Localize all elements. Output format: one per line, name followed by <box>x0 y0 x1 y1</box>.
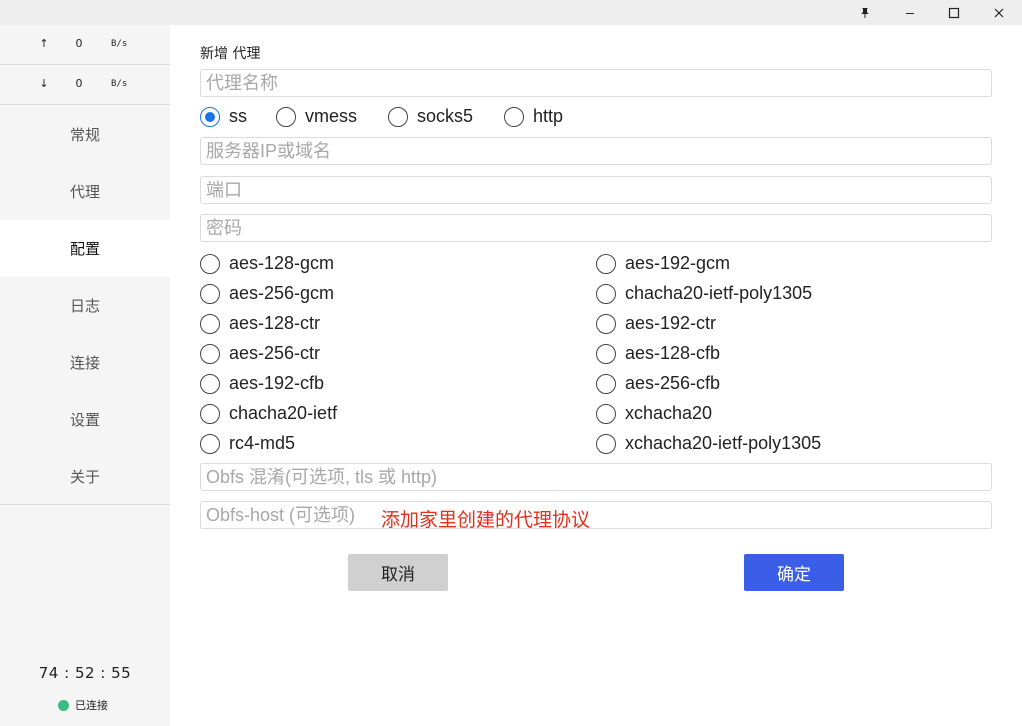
radio-icon <box>276 106 296 127</box>
cipher-label: rc4-md5 <box>229 433 296 453</box>
cipher-label: aes-128-gcm <box>229 253 335 273</box>
radio-icon <box>596 253 616 274</box>
sidebar-item-about[interactable]: 关于 <box>0 448 170 505</box>
cipher-radio[interactable]: aes-192-gcm <box>596 253 730 274</box>
cipher-label: aes-128-ctr <box>229 313 321 333</box>
cipher-radio[interactable]: rc4-md5 <box>200 433 295 454</box>
obfs-input[interactable] <box>200 463 992 491</box>
radio-icon <box>596 283 616 304</box>
upload-arrow-icon: ↑ <box>39 37 49 50</box>
status-dot-icon <box>58 699 69 711</box>
connection-status: 已连接 <box>58 697 108 713</box>
cipher-label: chacha20-ietf <box>229 403 338 423</box>
radio-icon <box>200 403 220 424</box>
cipher-radio[interactable]: aes-192-cfb <box>200 373 324 394</box>
download-speed: ↓ 0 B/s <box>0 75 170 95</box>
radio-icon <box>596 373 616 394</box>
cipher-label: chacha20-ietf-poly1305 <box>625 283 813 303</box>
radio-icon <box>200 253 220 274</box>
download-arrow-icon: ↓ <box>39 77 49 90</box>
annotation-text: 添加家里创建的代理协议 <box>381 509 591 531</box>
protocol-radio-http[interactable]: http <box>504 106 563 127</box>
upload-speed-unit: B/s <box>111 39 128 49</box>
sidebar: ↑ 0 B/s ↓ 0 B/s 常规 代理 配置 日志 连接 设置 关于 74 … <box>0 25 170 726</box>
main-panel: 新增 代理 ss vmess socks5 http aes-128-gcm a… <box>170 25 1022 726</box>
nav-bottom-divider <box>0 504 170 505</box>
cipher-label: aes-256-ctr <box>229 343 321 363</box>
cipher-radio[interactable]: xchacha20 <box>596 403 712 424</box>
port-input[interactable] <box>200 176 992 204</box>
proxy-name-input[interactable] <box>200 69 992 97</box>
cipher-radio[interactable]: chacha20-ietf <box>200 403 337 424</box>
radio-icon <box>200 283 220 304</box>
cipher-radio[interactable]: aes-192-ctr <box>596 313 716 334</box>
radio-selected-icon <box>200 106 220 127</box>
sidebar-item-connections[interactable]: 连接 <box>0 334 170 391</box>
pin-icon[interactable] <box>842 0 888 25</box>
cipher-radio[interactable]: chacha20-ietf-poly1305 <box>596 283 812 304</box>
radio-icon <box>596 313 616 334</box>
upload-speed-value: 0 <box>75 37 83 50</box>
cancel-button[interactable]: 取消 <box>348 554 448 591</box>
close-icon[interactable] <box>976 0 1022 25</box>
cipher-label: xchacha20-ietf-poly1305 <box>625 433 822 453</box>
cipher-label: aes-256-gcm <box>229 283 335 303</box>
sidebar-item-proxy[interactable]: 代理 <box>0 163 170 220</box>
server-input[interactable] <box>200 137 992 165</box>
radio-icon <box>504 106 524 127</box>
protocol-label: socks5 <box>417 106 474 126</box>
radio-icon <box>388 106 408 127</box>
cipher-radio[interactable]: aes-256-cfb <box>596 373 720 394</box>
status-label: 已连接 <box>75 699 108 712</box>
radio-icon <box>596 433 616 454</box>
cipher-label: aes-192-gcm <box>625 253 731 273</box>
protocol-radio-socks5[interactable]: socks5 <box>388 106 473 127</box>
obfs-host-input[interactable] <box>200 501 992 529</box>
sidebar-item-settings[interactable]: 设置 <box>0 391 170 448</box>
maximize-icon[interactable] <box>931 0 977 25</box>
protocol-radio-vmess[interactable]: vmess <box>276 106 357 127</box>
sidebar-item-logs[interactable]: 日志 <box>0 277 170 334</box>
cipher-radio[interactable]: aes-128-cfb <box>596 343 720 364</box>
cipher-radio[interactable]: aes-256-ctr <box>200 343 320 364</box>
cipher-label: aes-128-cfb <box>625 343 721 363</box>
form-title: 新增 代理 <box>200 46 261 62</box>
download-speed-value: 0 <box>75 77 83 90</box>
download-speed-unit: B/s <box>111 79 128 89</box>
cipher-label: xchacha20 <box>625 403 713 423</box>
protocol-label: ss <box>229 106 247 126</box>
protocol-label: http <box>533 106 564 126</box>
protocol-label: vmess <box>305 106 358 126</box>
upload-speed: ↑ 0 B/s <box>0 35 170 55</box>
protocol-radio-ss[interactable]: ss <box>200 106 247 127</box>
cipher-label: aes-192-cfb <box>229 373 325 393</box>
minimize-icon[interactable] <box>887 0 933 25</box>
password-input[interactable] <box>200 214 992 242</box>
title-bar <box>0 0 1022 25</box>
radio-icon <box>200 433 220 454</box>
speed-divider <box>0 64 170 65</box>
cipher-radio[interactable]: aes-128-gcm <box>200 253 334 274</box>
sidebar-item-general[interactable]: 常规 <box>0 106 170 163</box>
radio-icon <box>596 403 616 424</box>
sidebar-item-profiles[interactable]: 配置 <box>0 220 170 277</box>
cipher-label: aes-256-cfb <box>625 373 721 393</box>
radio-icon <box>596 343 616 364</box>
cipher-radio[interactable]: aes-128-ctr <box>200 313 320 334</box>
nav-top-divider <box>0 104 170 105</box>
cipher-radio[interactable]: aes-256-gcm <box>200 283 334 304</box>
radio-icon <box>200 313 220 334</box>
radio-icon <box>200 373 220 394</box>
confirm-button[interactable]: 确定 <box>744 554 844 591</box>
cipher-label: aes-192-ctr <box>625 313 717 333</box>
cipher-radio[interactable]: xchacha20-ietf-poly1305 <box>596 433 821 454</box>
uptime-timer: 74 : 52 : 55 <box>38 664 132 682</box>
radio-icon <box>200 343 220 364</box>
